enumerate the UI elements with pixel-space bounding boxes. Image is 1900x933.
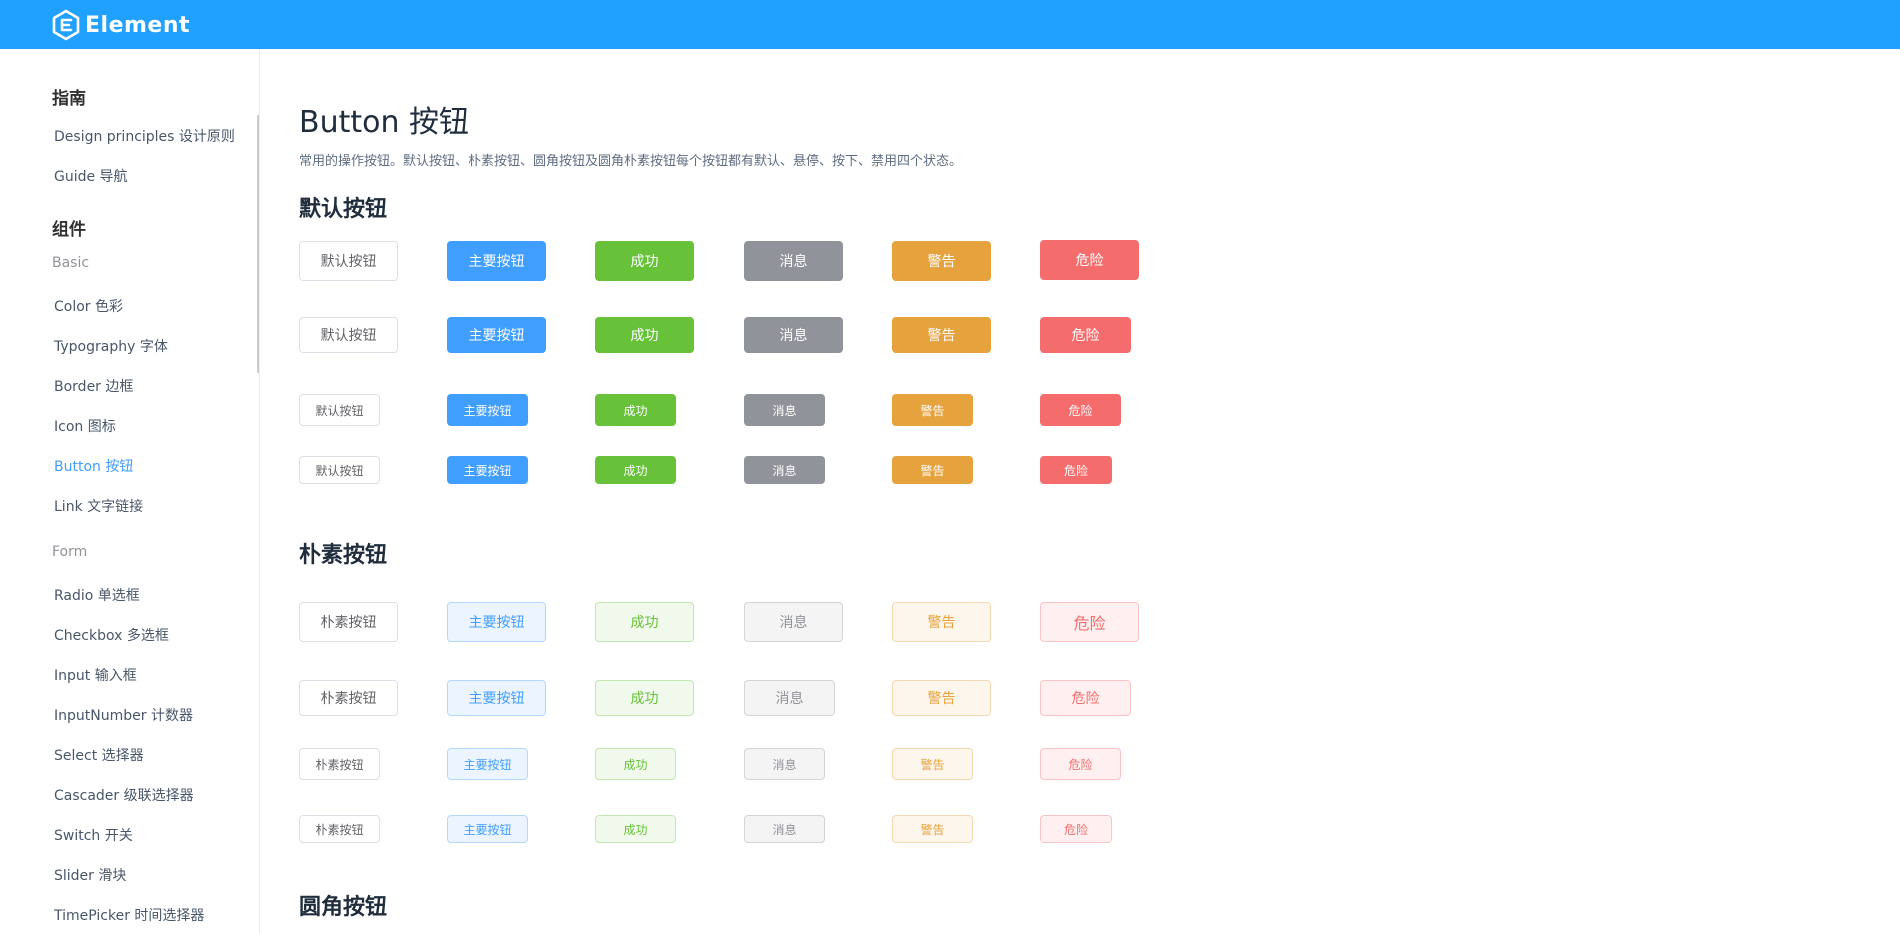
plain-primary-button-small[interactable]: 主要按钮	[447, 748, 528, 780]
info-button-mini[interactable]: 消息	[744, 456, 825, 484]
sidebar: 指南 Design principles 设计原则 Guide 导航 组件 Ba…	[0, 49, 260, 933]
default-button-mini[interactable]: 默认按钮	[299, 456, 380, 484]
main-content: Button 按钮 常用的操作按钮。默认按钮、朴素按钮、圆角按钮及圆角朴素按钮每…	[299, 49, 1859, 933]
plain-info-button-medium[interactable]: 消息	[744, 680, 835, 716]
plain-default-button-mini[interactable]: 朴素按钮	[299, 815, 380, 843]
sidebar-group-components: 组件	[52, 220, 86, 240]
warning-button-large[interactable]: 警告	[892, 241, 991, 281]
top-navbar: Element	[0, 0, 1900, 49]
plain-default-button-medium[interactable]: 朴素按钮	[299, 680, 398, 716]
sidebar-item-select[interactable]: Select 选择器	[54, 745, 144, 765]
success-button-mini[interactable]: 成功	[595, 456, 676, 484]
plain-warning-button-medium[interactable]: 警告	[892, 680, 991, 716]
plain-primary-button-large[interactable]: 主要按钮	[447, 602, 546, 642]
sidebar-item-radio[interactable]: Radio 单选框	[54, 585, 140, 605]
sidebar-sub-form: Form	[52, 544, 88, 560]
default-button-small[interactable]: 默认按钮	[299, 394, 380, 426]
sidebar-item-typography[interactable]: Typography 字体	[54, 336, 168, 356]
sidebar-scrollbar[interactable]	[257, 115, 259, 373]
plain-primary-button-mini[interactable]: 主要按钮	[447, 815, 528, 843]
page-description: 常用的操作按钮。默认按钮、朴素按钮、圆角按钮及圆角朴素按钮每个按钮都有默认、悬停…	[299, 154, 963, 169]
primary-button-mini[interactable]: 主要按钮	[447, 456, 528, 484]
sidebar-item-guide[interactable]: Guide 导航	[54, 166, 128, 186]
primary-button-medium[interactable]: 主要按钮	[447, 317, 546, 353]
sidebar-item-slider[interactable]: Slider 滑块	[54, 865, 126, 885]
plain-success-button-small[interactable]: 成功	[595, 748, 676, 780]
danger-button-mini[interactable]: 危险	[1040, 456, 1112, 484]
page-title: Button 按钮	[299, 105, 470, 140]
warning-button-small[interactable]: 警告	[892, 394, 973, 426]
plain-warning-button-mini[interactable]: 警告	[892, 815, 973, 843]
primary-button-large[interactable]: 主要按钮	[447, 241, 546, 281]
brand-name: Element	[85, 12, 191, 38]
plain-danger-button-mini[interactable]: 危险	[1040, 815, 1112, 843]
plain-primary-button-medium[interactable]: 主要按钮	[447, 680, 546, 716]
sidebar-item-button[interactable]: Button 按钮	[54, 456, 133, 476]
danger-button-small[interactable]: 危险	[1040, 394, 1121, 426]
element-logo-icon	[52, 9, 80, 41]
plain-info-button-large[interactable]: 消息	[744, 602, 843, 642]
plain-success-button-medium[interactable]: 成功	[595, 680, 694, 716]
sidebar-sub-basic: Basic	[52, 255, 90, 271]
info-button-large[interactable]: 消息	[744, 241, 843, 281]
sidebar-item-checkbox[interactable]: Checkbox 多选框	[54, 625, 169, 645]
plain-danger-button-small[interactable]: 危险	[1040, 748, 1121, 780]
plain-default-button-small[interactable]: 朴素按钮	[299, 748, 380, 780]
warning-button-mini[interactable]: 警告	[892, 456, 973, 484]
sidebar-item-switch[interactable]: Switch 开关	[54, 825, 133, 845]
sidebar-item-input[interactable]: Input 输入框	[54, 665, 137, 685]
success-button-large[interactable]: 成功	[595, 241, 694, 281]
sidebar-item-design-principles[interactable]: Design principles 设计原则	[54, 126, 235, 146]
sidebar-item-icon[interactable]: Icon 图标	[54, 416, 116, 436]
section-title-round: 圆角按钮	[299, 895, 388, 920]
plain-info-button-mini[interactable]: 消息	[744, 815, 825, 843]
default-button-medium[interactable]: 默认按钮	[299, 317, 398, 353]
plain-danger-button-large[interactable]: 危险	[1040, 602, 1139, 642]
sidebar-item-inputnumber[interactable]: InputNumber 计数器	[54, 705, 193, 725]
success-button-small[interactable]: 成功	[595, 394, 676, 426]
plain-success-button-large[interactable]: 成功	[595, 602, 694, 642]
success-button-medium[interactable]: 成功	[595, 317, 694, 353]
plain-default-button-large[interactable]: 朴素按钮	[299, 602, 398, 642]
sidebar-item-border[interactable]: Border 边框	[54, 376, 133, 396]
plain-warning-button-large[interactable]: 警告	[892, 602, 991, 642]
default-button-large[interactable]: 默认按钮	[299, 241, 398, 281]
info-button-small[interactable]: 消息	[744, 394, 825, 426]
primary-button-small[interactable]: 主要按钮	[447, 394, 528, 426]
danger-button-large[interactable]: 危险	[1040, 240, 1139, 280]
danger-button-medium[interactable]: 危险	[1040, 317, 1131, 353]
plain-success-button-mini[interactable]: 成功	[595, 815, 676, 843]
plain-danger-button-medium[interactable]: 危险	[1040, 680, 1131, 716]
section-title-plain: 朴素按钮	[299, 543, 388, 568]
sidebar-group-guide: 指南	[52, 89, 86, 109]
sidebar-item-cascader[interactable]: Cascader 级联选择器	[54, 785, 194, 805]
info-button-medium[interactable]: 消息	[744, 317, 843, 353]
sidebar-item-link[interactable]: Link 文字链接	[54, 496, 143, 516]
sidebar-item-color[interactable]: Color 色彩	[54, 296, 123, 316]
section-title-default: 默认按钮	[299, 197, 388, 222]
warning-button-medium[interactable]: 警告	[892, 317, 991, 353]
plain-info-button-small[interactable]: 消息	[744, 748, 825, 780]
plain-warning-button-small[interactable]: 警告	[892, 748, 973, 780]
sidebar-item-timepicker[interactable]: TimePicker 时间选择器	[54, 905, 204, 925]
brand-logo[interactable]: Element	[51, 9, 190, 41]
